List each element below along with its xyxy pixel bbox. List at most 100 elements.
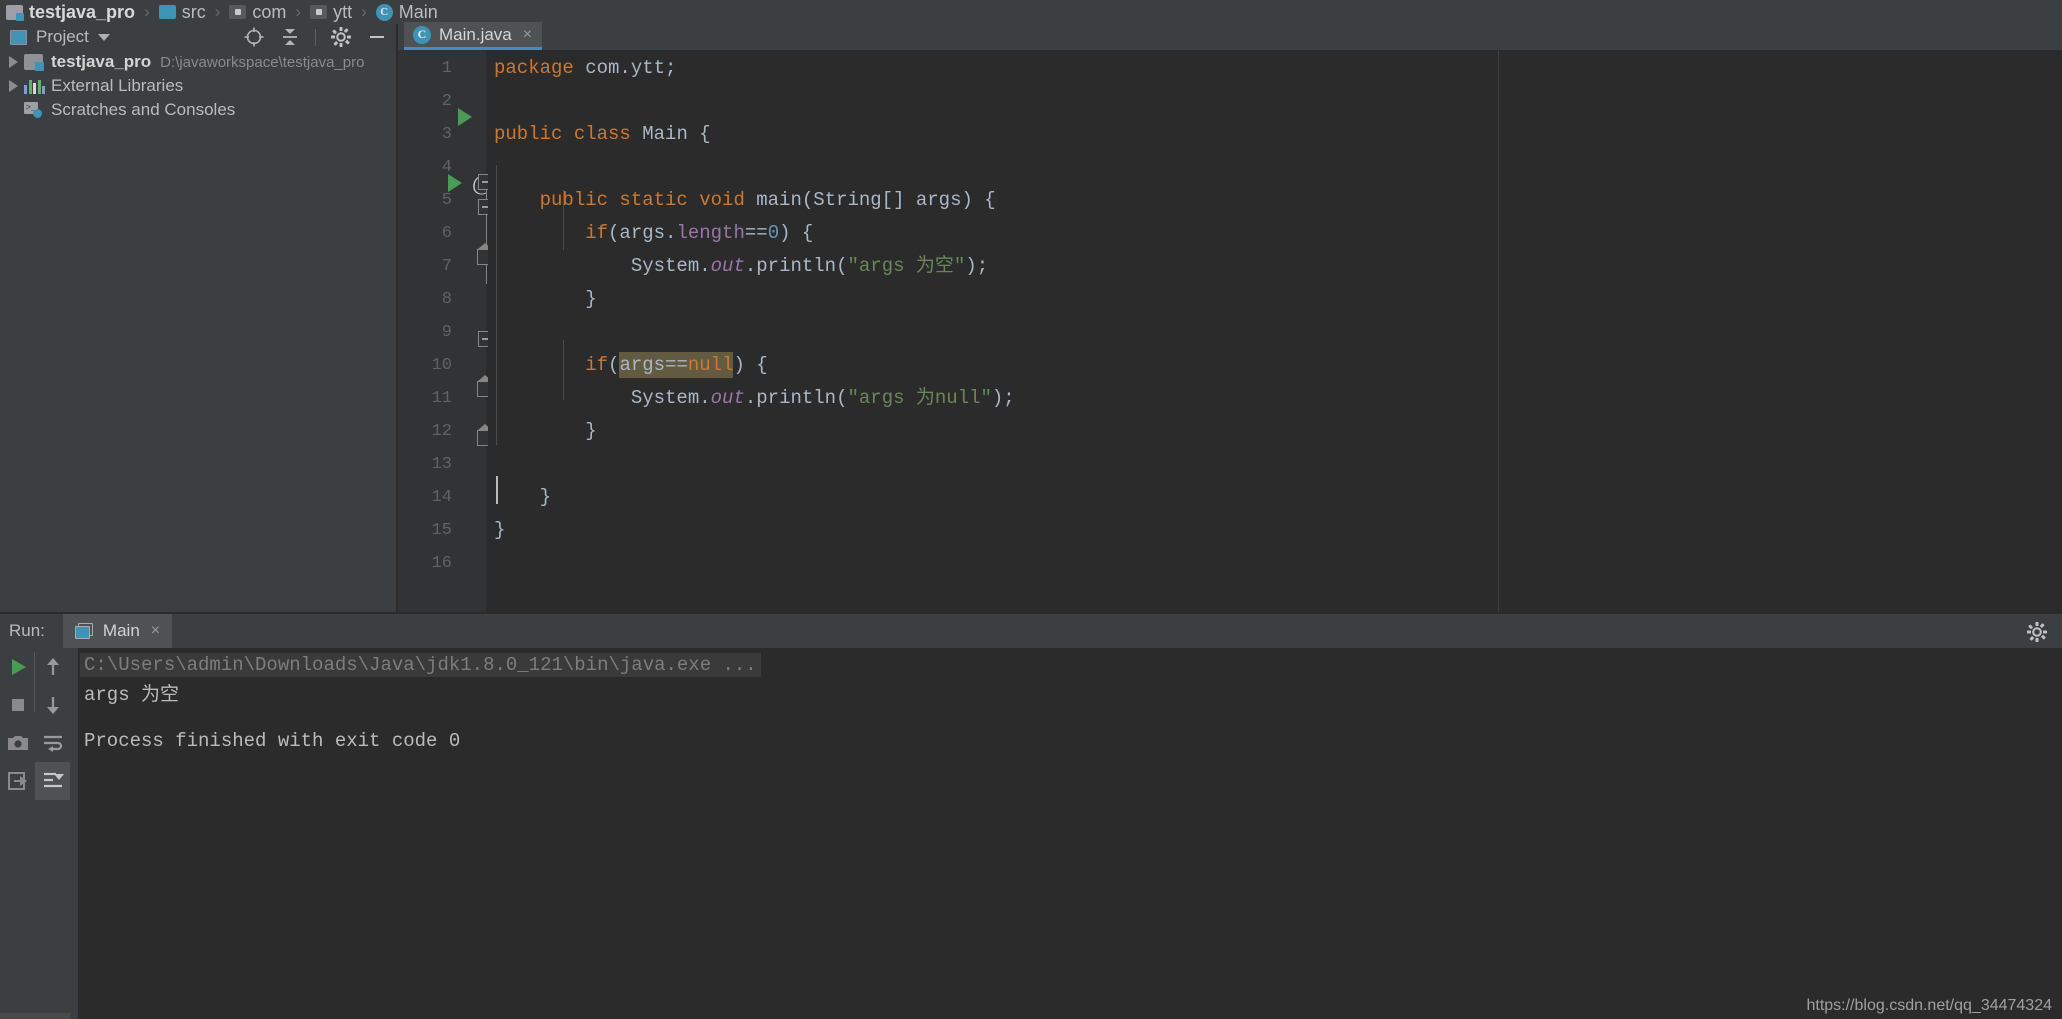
soft-wrap-icon[interactable] (35, 724, 70, 762)
code-line[interactable]: if(args.length==0) { (494, 217, 813, 250)
run-config-icon (74, 623, 93, 639)
collapse-all-icon[interactable] (279, 26, 301, 48)
run-toolbar (0, 648, 70, 1019)
code-token: System. (494, 387, 711, 409)
breadcrumb-item-com[interactable]: com (229, 2, 286, 23)
code-token: null (687, 352, 734, 378)
project-tree: testjava_pro D:\javaworkspace\testjava_p… (0, 50, 396, 612)
tree-node-external-libraries[interactable]: External Libraries (0, 74, 396, 98)
project-icon (10, 29, 27, 45)
close-icon[interactable]: × (523, 26, 532, 43)
source-folder-icon (158, 5, 176, 19)
breadcrumb-item-src[interactable]: src (158, 1, 206, 23)
code-token: "args 为null" (847, 387, 992, 409)
code-token: out (710, 255, 745, 277)
arrow-down-icon[interactable] (35, 686, 70, 724)
gear-icon[interactable] (330, 26, 352, 48)
code-token: if (494, 222, 609, 244)
console-command-line: C:\Users\admin\Downloads\Java\jdk1.8.0_1… (80, 653, 761, 677)
console-gutter (70, 648, 78, 1019)
line-number: 5 (441, 191, 452, 210)
code-token: main (756, 189, 802, 211)
expand-triangle-icon[interactable] (2, 80, 24, 92)
console-output-line: Process finished with exit code 0 (84, 729, 461, 752)
code-line[interactable]: if(args==null) { (494, 349, 768, 382)
code-token: 0 (767, 222, 780, 244)
code-token: ) { (733, 354, 768, 376)
code-token: .println( (744, 387, 848, 409)
line-number: 13 (431, 455, 452, 474)
console-output-line: args 为空 (84, 683, 180, 706)
code-token: } (494, 519, 506, 541)
code-token: length (676, 222, 745, 244)
line-number: 12 (431, 422, 452, 441)
camera-icon[interactable] (0, 724, 35, 762)
run-label: Run: (9, 621, 45, 640)
horizontal-scrollbar[interactable] (0, 1013, 70, 1019)
scroll-to-end-icon[interactable] (35, 762, 70, 800)
tree-node-scratches[interactable]: >_ Scratches and Consoles (0, 98, 396, 122)
code-token: if (494, 354, 609, 376)
breadcrumb-label: ytt (333, 1, 353, 22)
editor-tab-main-java[interactable]: C Main.java × (404, 22, 543, 50)
hide-panel-icon[interactable] (366, 26, 388, 48)
tree-node-label: Scratches and Consoles (51, 100, 236, 119)
breadcrumb-separator: › (295, 2, 302, 21)
code-editor[interactable]: 12345678910111213141516 @ (398, 50, 2062, 612)
breadcrumb-separator: › (144, 2, 150, 21)
chevron-down-icon[interactable] (97, 33, 110, 41)
code-token: (String[] args) { (801, 189, 996, 211)
code-line[interactable]: System.out.println("args 为null"); (494, 382, 1015, 415)
code-token: public static void (494, 189, 757, 211)
text-caret (496, 476, 498, 504)
run-class-gutter-icon[interactable] (458, 100, 472, 133)
rerun-button[interactable] (0, 648, 35, 686)
code-line[interactable]: } (494, 481, 551, 514)
line-number: 11 (431, 389, 452, 408)
editor-gutter[interactable]: 12345678910111213141516 @ (398, 50, 492, 612)
project-panel-header: Project (0, 24, 396, 50)
code-line[interactable]: System.out.println("args 为空"); (494, 250, 988, 283)
stop-button[interactable] (0, 686, 35, 724)
line-number: 15 (431, 521, 452, 540)
run-tool-window-header: Run: Main × (0, 614, 2062, 648)
scratches-icon: >_ (24, 101, 44, 119)
code-token: public class (494, 123, 643, 145)
code-line[interactable]: public class Main { (494, 118, 711, 151)
watermark-url: https://blog.csdn.net/qq_34474324 (1806, 997, 2052, 1014)
gear-icon[interactable] (2026, 621, 2048, 643)
expand-triangle-icon[interactable] (2, 56, 24, 68)
run-method-gutter-icon[interactable] (448, 166, 462, 199)
breadcrumb-label: com (252, 1, 287, 22)
code-line[interactable]: } (494, 415, 597, 448)
indent-guide (563, 190, 564, 250)
breadcrumb-item-module[interactable]: testjava_pro (6, 2, 135, 23)
code-token: == (744, 222, 768, 244)
code-token: } (494, 486, 552, 508)
tree-node-module[interactable]: testjava_pro D:\javaworkspace\testjava_p… (0, 50, 396, 74)
package-icon (310, 5, 328, 19)
editor-tab-bar: C Main.java × (398, 20, 2062, 50)
console-output[interactable]: C:\Users\admin\Downloads\Java\jdk1.8.0_1… (70, 648, 2062, 1019)
code-line[interactable]: public static void main(String[] args) { (494, 184, 996, 217)
line-number: 1 (441, 59, 452, 78)
run-tab-main[interactable]: Main × (62, 614, 173, 648)
project-panel-title: Project (36, 27, 89, 46)
breadcrumb-label: src (181, 1, 206, 22)
run-tab-label: Main (102, 621, 140, 640)
code-token: .println( (744, 255, 848, 277)
code-line[interactable]: } (494, 283, 596, 316)
line-number: 16 (431, 554, 452, 573)
code-token: Main (642, 123, 700, 145)
export-button[interactable] (0, 762, 35, 800)
close-icon[interactable]: × (151, 622, 160, 640)
toolbar-divider (315, 28, 316, 46)
arrow-up-icon[interactable] (35, 648, 70, 686)
code-line[interactable]: package com.ytt; (494, 52, 676, 85)
code-token: ); (991, 387, 1015, 409)
code-content[interactable]: package com.ytt; public class Main { publ… (488, 50, 2062, 612)
locate-icon[interactable] (243, 26, 265, 48)
code-line[interactable]: } (494, 514, 505, 547)
breadcrumb-item-ytt[interactable]: ytt (310, 2, 352, 23)
code-token: } (494, 420, 597, 442)
